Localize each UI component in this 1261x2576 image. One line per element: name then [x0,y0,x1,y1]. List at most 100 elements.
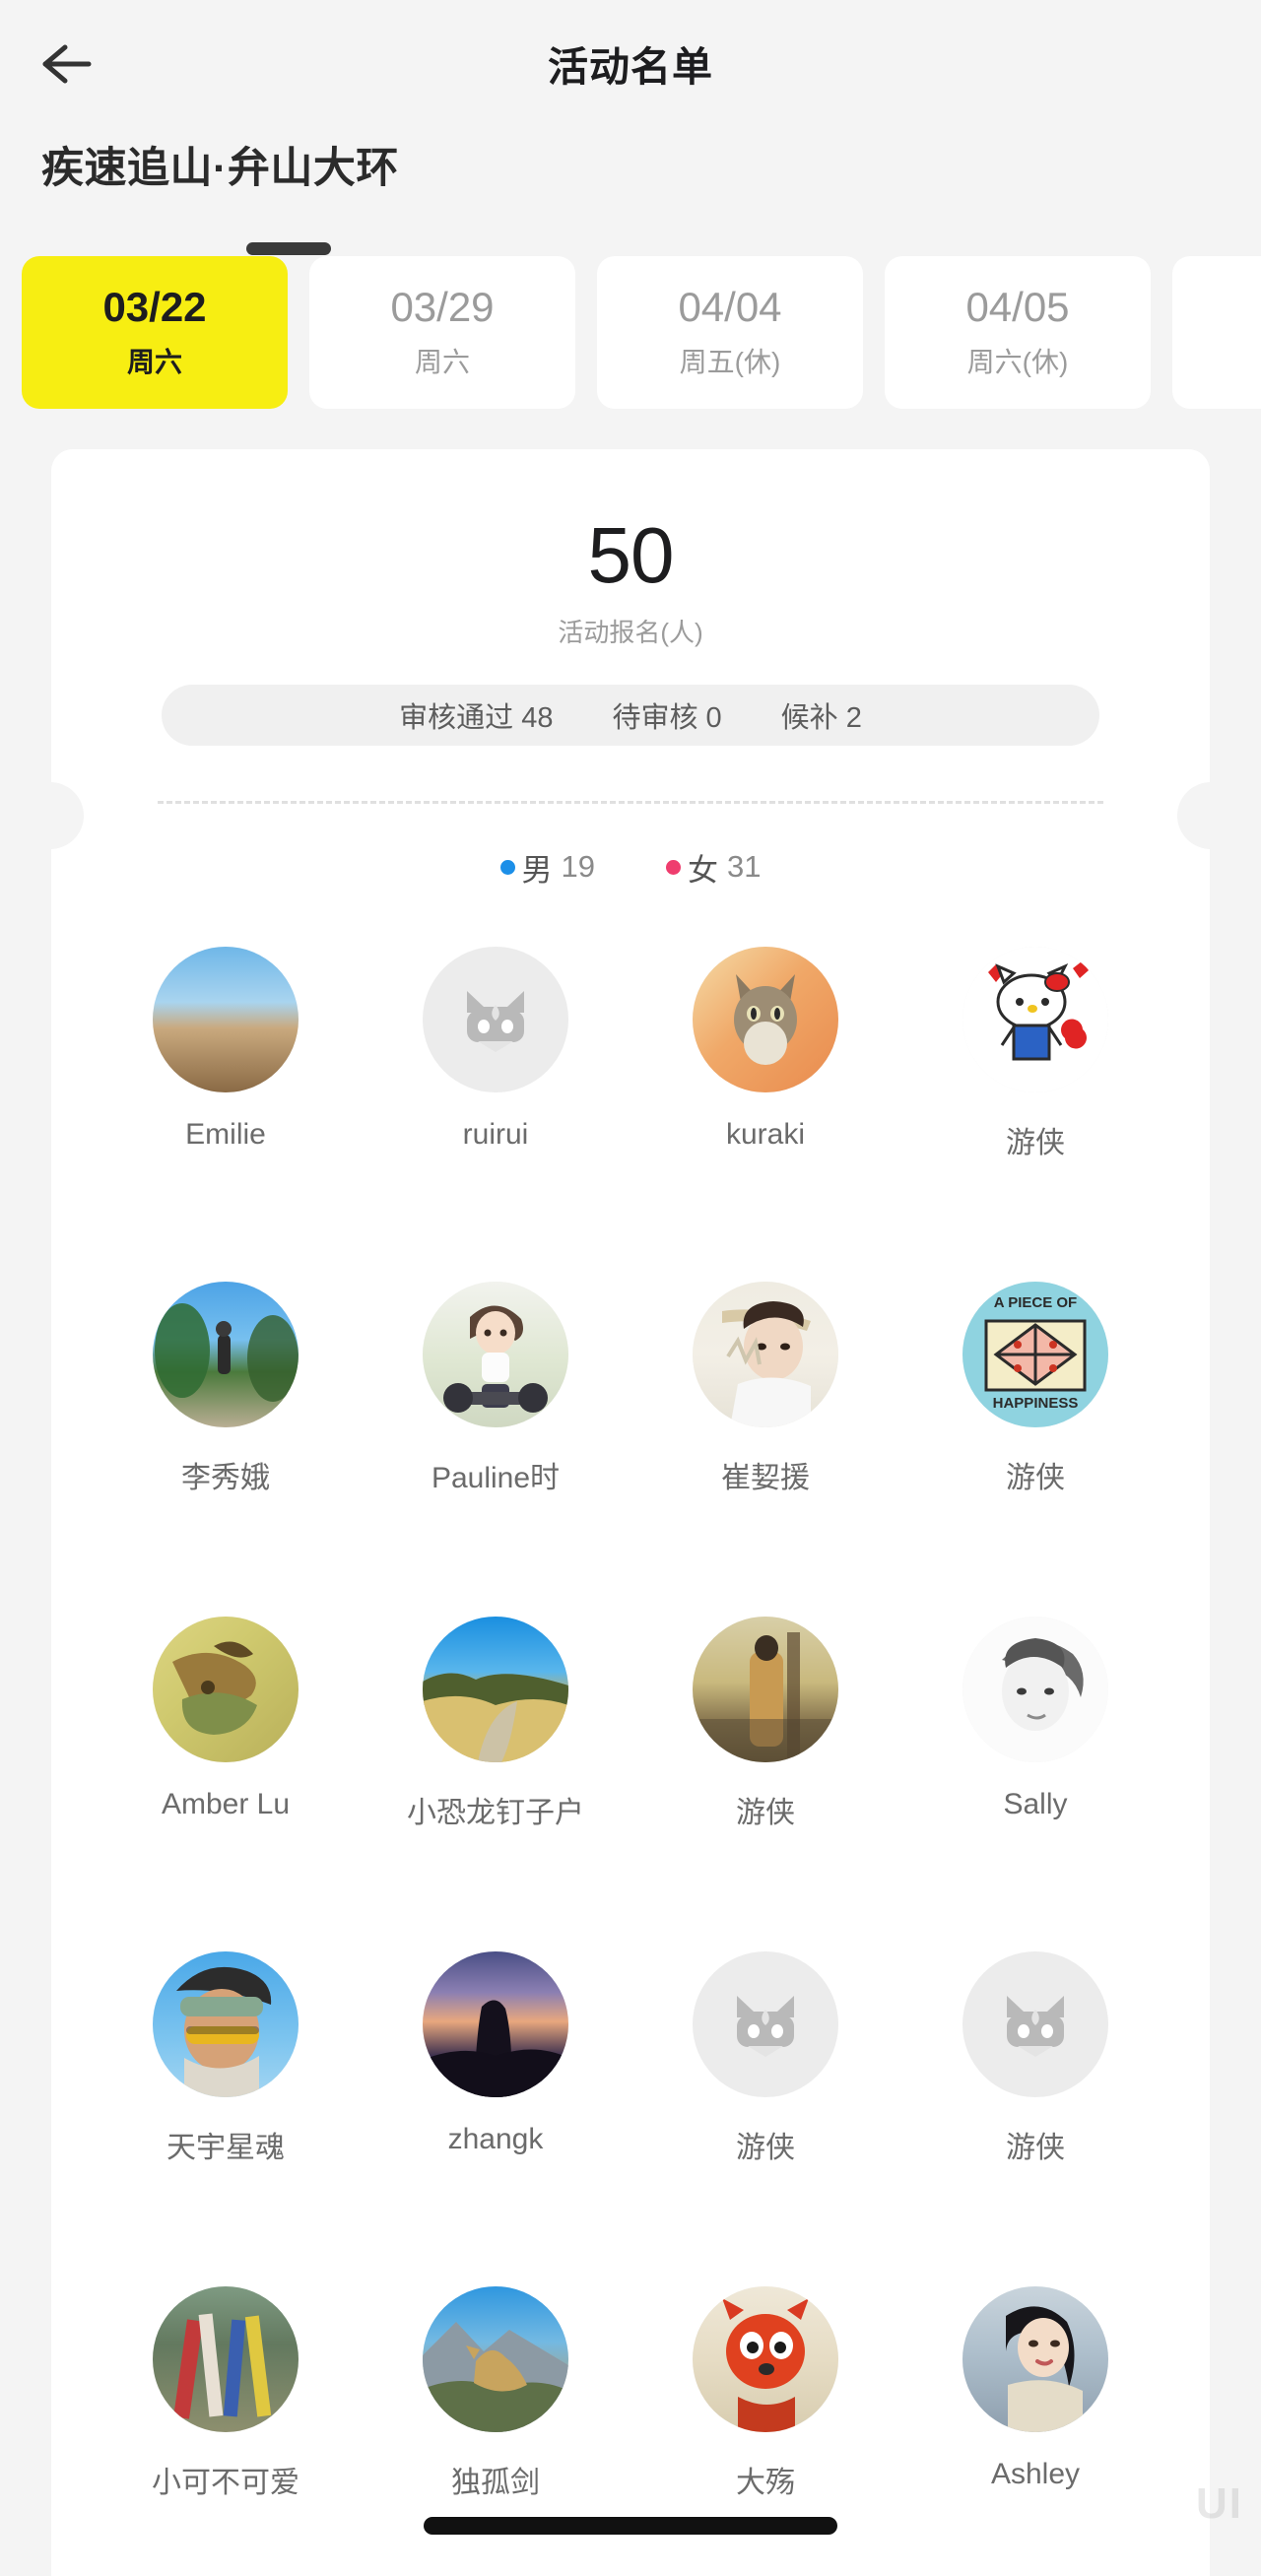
avatar-image [153,946,299,1092]
member-name: 小可不可爱 [152,2466,299,2499]
app-screen: 活动名单 疾速追山·弁山大环 03/22 周六 03/29 周六 04/04 周… [0,0,1261,2576]
member-item[interactable]: 游侠 [630,1616,900,1951]
member-item[interactable]: 游侠 [900,946,1170,1282]
avatar-image-detail [423,2000,568,2097]
member-item[interactable]: Amber Lu [91,1616,361,1951]
member-name: 李秀娥 [181,1461,270,1494]
avatar[interactable] [962,1616,1108,1762]
status-approved[interactable]: 审核通过 48 [399,694,553,736]
avatar-image-detail [988,960,1089,1061]
member-name: 崔㛃援 [721,1461,810,1494]
date-tab-2[interactable]: 04/04 周五(休) [597,255,863,409]
status-pending[interactable]: 待审核 0 [612,694,721,736]
avatar[interactable] [423,1616,568,1762]
avatar[interactable] [153,2285,299,2432]
activity-title-section: 疾速追山·弁山大环 [0,126,1261,255]
member-name: Ashley [990,2457,1081,2490]
avatar[interactable] [423,1281,568,1427]
avatar[interactable] [962,946,1108,1092]
gender-male: 男 19 [499,845,595,890]
avatar-image-detail [722,1300,811,1427]
avatar[interactable] [693,946,838,1092]
avatar[interactable] [153,1281,299,1427]
date-tab-list[interactable]: 03/22 周六 03/29 周六 04/04 周五(休) 04/05 周六(休… [0,195,1261,412]
member-item[interactable]: 游侠 [900,1950,1170,2286]
member-name: 游侠 [1006,1461,1065,1494]
avatar[interactable] [423,1950,568,2097]
member-item[interactable]: Sally [900,1616,1170,1951]
page-title: 活动名单 [548,44,713,90]
status-approved-label: 审核通过 [399,701,514,734]
member-item[interactable]: ruirui [361,946,630,1282]
date-tab-1[interactable]: 03/29 周六 [309,255,575,409]
back-button[interactable] [37,30,128,99]
date-tab-4[interactable] [1172,255,1261,409]
member-item[interactable]: 李秀娥 [91,1281,361,1617]
date-tab-3[interactable]: 04/05 周六(休) [885,255,1151,409]
member-name: 独孤剑 [451,2466,540,2499]
avatar[interactable] [423,2285,568,2432]
avatar[interactable] [153,1616,299,1762]
avatar[interactable] [153,1950,299,2097]
date-tab-0[interactable]: 03/22 周六 [22,255,288,409]
date-tab-date: 03/29 [390,283,495,330]
member-grid: Emilie ruirui kuraki 游侠 李秀娥 Pauline时 崔㛃援… [51,890,1210,2576]
member-item[interactable]: Emilie [91,946,361,1282]
avatar-image-detail: A PIECE OF HAPPINESS [984,1294,1087,1412]
member-item[interactable]: zhangk [361,1950,630,2286]
total-signups-value: 50 [587,510,675,599]
avatar[interactable]: A PIECE OF HAPPINESS [962,1281,1108,1427]
arrow-left-icon [37,39,95,89]
date-tab-day: 周六(休) [966,347,1069,378]
avatar-image-detail [722,2297,809,2432]
default-avatar-icon [1007,1995,1064,2057]
avatar[interactable] [693,1281,838,1427]
home-indicator[interactable] [424,2517,837,2535]
ticket-notch-right [1177,781,1211,849]
default-avatar-icon [467,990,524,1052]
member-name: Amber Lu [161,1787,291,1820]
member-item[interactable]: 小恐龙钉子户 [361,1616,630,1951]
member-name: 游侠 [736,2131,795,2164]
member-name: 天宇星魂 [166,2131,285,2164]
member-item[interactable]: 小可不可爱 [91,2285,361,2576]
avatar-image-detail [734,973,797,1065]
member-name: Emilie [185,1117,266,1151]
status-waitlist-label: 候补 [780,701,838,734]
default-avatar-icon [737,1995,794,2057]
member-item[interactable]: 游侠 [630,1950,900,2286]
avatar[interactable] [962,1950,1108,2097]
dashed-divider [158,800,1103,804]
avatar[interactable] [693,2285,838,2432]
member-name: ruirui [462,1117,529,1151]
avatar[interactable] [153,946,299,1092]
member-name: kuraki [725,1117,806,1151]
date-tab-date: 04/04 [678,283,782,330]
status-approved-value: 48 [521,701,554,734]
member-name: Sally [1003,1787,1068,1820]
avatar-image-detail [155,1302,299,1402]
member-item[interactable]: 天宇星魂 [91,1950,361,2286]
gender-breakdown: 男 19 女 31 [51,845,1210,890]
date-tab-day: 周六 [126,347,182,378]
gender-female-label: 女 [688,852,718,888]
status-waitlist[interactable]: 候补 2 [781,694,862,736]
member-item[interactable]: Pauline时 [361,1281,630,1617]
avatar-image-detail [172,1641,257,1735]
avatar-image-detail [1006,2305,1083,2432]
member-name: 游侠 [1006,1126,1065,1159]
member-item[interactable]: kuraki [630,946,900,1282]
member-item[interactable]: 崔㛃援 [630,1281,900,1617]
male-dot-icon [499,859,515,875]
status-waitlist-value: 2 [845,701,862,734]
avatar[interactable] [693,1950,838,2097]
member-item[interactable]: A PIECE OF HAPPINESS 游侠 [900,1281,1170,1617]
avatar[interactable] [962,2285,1108,2432]
date-tab-day: 周五(休) [679,347,781,378]
member-item[interactable]: Ashley [900,2285,1170,2576]
avatar[interactable] [693,1616,838,1762]
avatar-image-detail [176,1966,272,2097]
avatar[interactable] [423,946,568,1092]
status-summary-pill[interactable]: 审核通过 48 待审核 0 候补 2 [162,684,1099,746]
member-name: 游侠 [736,1796,795,1829]
